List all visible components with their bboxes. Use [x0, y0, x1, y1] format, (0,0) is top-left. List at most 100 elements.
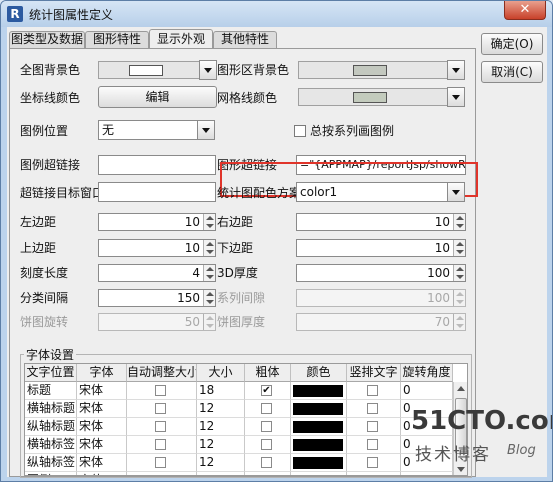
cell-vertical-checkbox[interactable] [347, 418, 401, 436]
cell-font[interactable]: 宋体 [77, 436, 127, 454]
legend-position-select[interactable]: 无 [98, 120, 198, 140]
vertical-checkbox[interactable] [367, 385, 378, 396]
cell-bold-checkbox[interactable] [245, 436, 291, 454]
cell-vertical-checkbox[interactable] [347, 400, 401, 418]
cell-position[interactable]: 图例 [25, 472, 77, 475]
auto-checkbox[interactable] [155, 457, 166, 468]
cell-auto-checkbox[interactable] [127, 454, 197, 472]
cell-auto-checkbox[interactable] [127, 436, 197, 454]
bold-checkbox[interactable] [261, 439, 272, 450]
legend-link-input[interactable] [98, 155, 216, 175]
tab-other-features[interactable]: 其他特性 [213, 31, 277, 48]
global-bg-dropdown[interactable] [199, 60, 217, 80]
auto-checkbox[interactable] [155, 439, 166, 450]
cell-position[interactable]: 纵轴标签 [25, 454, 77, 472]
cell-color[interactable] [291, 454, 347, 472]
top-margin-spinner[interactable]: 10 [98, 239, 216, 257]
cell-position[interactable]: 横轴标题 [25, 400, 77, 418]
bold-checkbox[interactable] [261, 475, 272, 476]
table-row[interactable]: 横轴标签 宋体 12 0 [25, 436, 453, 454]
cell-vertical-checkbox[interactable] [347, 382, 401, 400]
right-margin-spinner[interactable]: 10 [296, 213, 466, 231]
cell-position[interactable]: 标题 [25, 382, 77, 400]
cell-bold-checkbox[interactable] [245, 454, 291, 472]
cell-auto-checkbox[interactable] [127, 418, 197, 436]
cell-color[interactable] [291, 418, 347, 436]
cell-bold-checkbox[interactable] [245, 472, 291, 476]
auto-checkbox[interactable] [155, 421, 166, 432]
cell-color[interactable] [291, 472, 347, 475]
cell-size[interactable]: 12 [197, 436, 245, 454]
cell-bold-checkbox[interactable] [245, 418, 291, 436]
cell-bold-checkbox[interactable] [245, 400, 291, 418]
cell-auto-checkbox[interactable] [127, 472, 197, 476]
auto-checkbox[interactable] [155, 475, 166, 476]
cell-color[interactable] [291, 382, 347, 400]
tab-appearance[interactable]: 显示外观 [149, 29, 213, 49]
cell-font[interactable]: 宋体 [77, 454, 127, 472]
left-margin-spinner[interactable]: 10 [98, 213, 216, 231]
cell-size[interactable]: 12 [197, 472, 245, 475]
legend-position-dropdown[interactable] [197, 120, 215, 140]
table-row[interactable]: 纵轴标签 宋体 12 0 [25, 454, 453, 472]
cell-auto-checkbox[interactable] [127, 400, 197, 418]
grid-color-picker[interactable] [298, 88, 448, 106]
scroll-up-icon[interactable] [457, 386, 465, 391]
series-gap-spinner[interactable]: 100 [296, 289, 466, 307]
edit-axis-color-button[interactable]: 编辑 [98, 86, 217, 108]
pie-rotate-spinner[interactable]: 50 [98, 313, 216, 331]
vertical-checkbox[interactable] [367, 457, 378, 468]
tab-graph-features[interactable]: 图形特性 [85, 31, 149, 48]
table-row[interactable]: 标题 宋体 18 ✔ 0 [25, 382, 453, 400]
cell-angle[interactable]: 0 [401, 382, 453, 400]
depth-3d-spinner[interactable]: 100 [296, 264, 466, 282]
bold-checkbox[interactable]: ✔ [261, 385, 272, 396]
cell-bold-checkbox[interactable]: ✔ [245, 382, 291, 400]
bold-checkbox[interactable] [261, 403, 272, 414]
bold-checkbox[interactable] [261, 421, 272, 432]
cell-size[interactable]: 12 [197, 454, 245, 472]
vertical-checkbox[interactable] [367, 421, 378, 432]
cell-color[interactable] [291, 400, 347, 418]
cell-position[interactable]: 纵轴标题 [25, 418, 77, 436]
pie-thickness-spinner[interactable]: 70 [296, 313, 466, 331]
cell-size[interactable]: 18 [197, 382, 245, 400]
cell-size[interactable]: 12 [197, 400, 245, 418]
cell-vertical-checkbox[interactable] [347, 454, 401, 472]
legend-link-label: 图例超链接 [20, 158, 81, 172]
close-button[interactable]: ✕ [504, 1, 546, 20]
cell-size[interactable]: 12 [197, 418, 245, 436]
color-scheme-select[interactable]: color1 [296, 182, 448, 202]
cell-position[interactable]: 横轴标签 [25, 436, 77, 454]
cancel-button[interactable]: 取消(C) [481, 61, 543, 83]
cell-vertical-checkbox[interactable] [347, 436, 401, 454]
cell-auto-checkbox[interactable] [127, 382, 197, 400]
grid-color-dropdown[interactable] [447, 87, 465, 107]
plot-bg-dropdown[interactable] [447, 60, 465, 80]
draw-legend-by-series-checkbox[interactable] [294, 125, 306, 137]
table-row[interactable]: 图例宋体120 [25, 472, 453, 476]
plot-bg-color-picker[interactable] [298, 61, 448, 79]
cell-color[interactable] [291, 436, 347, 454]
bold-checkbox[interactable] [261, 457, 272, 468]
cell-font[interactable]: 宋体 [77, 472, 127, 475]
bottom-margin-spinner[interactable]: 10 [296, 239, 466, 257]
global-bg-color-picker[interactable] [98, 61, 202, 79]
cell-vertical-checkbox[interactable] [347, 472, 401, 476]
table-row[interactable]: 纵轴标题 宋体 12 0 [25, 418, 453, 436]
auto-checkbox[interactable] [155, 385, 166, 396]
color-scheme-dropdown[interactable] [447, 182, 465, 202]
tab-chart-type-data[interactable]: 图类型及数据 [9, 31, 85, 48]
table-row[interactable]: 横轴标题 宋体 12 0 [25, 400, 453, 418]
vertical-checkbox[interactable] [367, 439, 378, 450]
cell-font[interactable]: 宋体 [77, 400, 127, 418]
vertical-checkbox[interactable] [367, 403, 378, 414]
auto-checkbox[interactable] [155, 403, 166, 414]
cell-font[interactable]: 宋体 [77, 418, 127, 436]
vertical-checkbox[interactable] [367, 475, 378, 476]
ok-button[interactable]: 确定(O) [481, 33, 543, 55]
category-gap-spinner[interactable]: 150 [98, 289, 216, 307]
cell-font[interactable]: 宋体 [77, 382, 127, 400]
link-target-input[interactable] [98, 182, 216, 202]
tick-length-spinner[interactable]: 4 [98, 264, 216, 282]
